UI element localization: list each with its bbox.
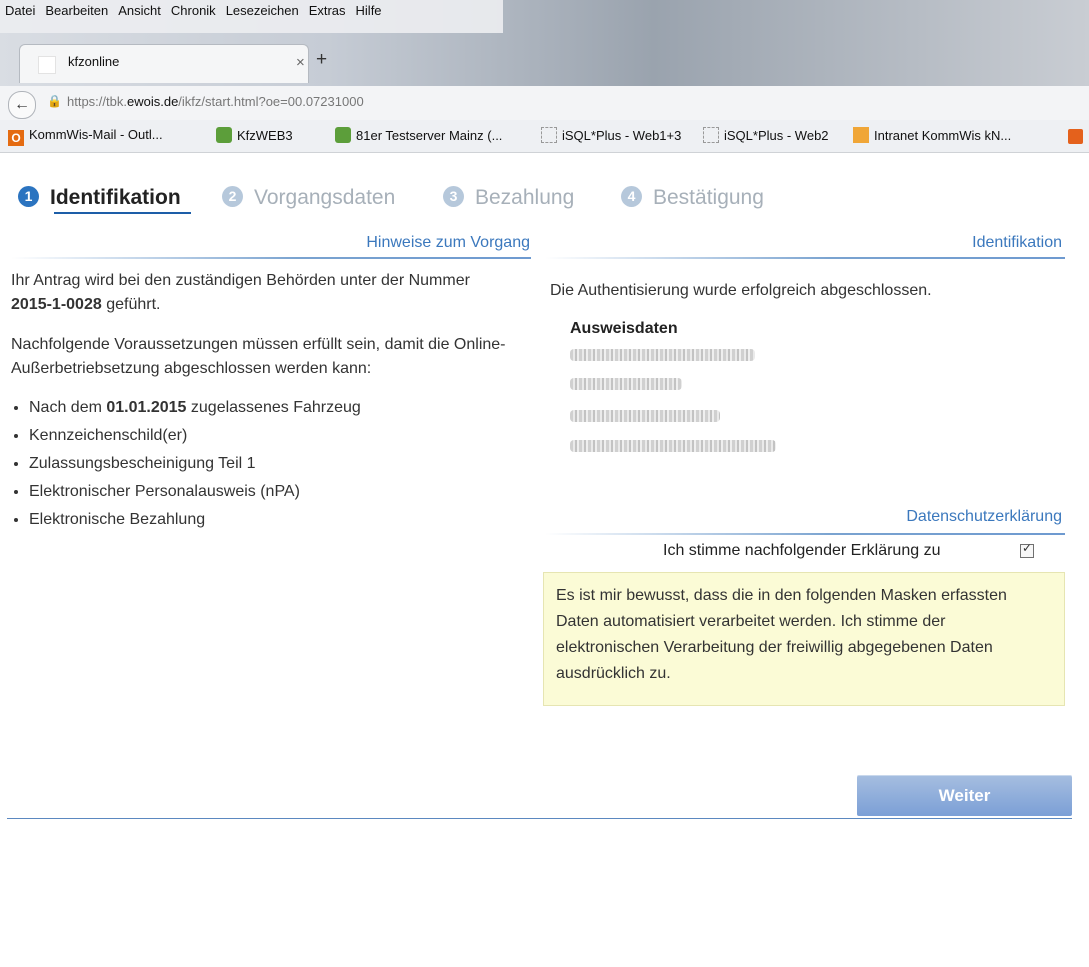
- step-label: Bestätigung: [653, 186, 764, 209]
- list-item: Elektronischer Personalausweis (nPA): [29, 481, 511, 502]
- tab-favicon-icon: [38, 56, 56, 74]
- menu-chronik[interactable]: Chronik: [166, 0, 221, 22]
- url-domain: ewois.de: [126, 94, 179, 109]
- step-label: Identifikation: [50, 186, 181, 209]
- outlook-icon: O: [8, 130, 24, 146]
- car-icon: [335, 127, 351, 143]
- antrag-nummer: 2015-1-0028: [11, 296, 102, 313]
- hinweise-content: Ihr Antrag wird bei den zuständigen Behö…: [11, 269, 511, 537]
- section-divider: [11, 257, 531, 259]
- navigation-bar: ← 🔒 https://tbk.ewois.de/ikfz/start.html…: [0, 86, 1089, 121]
- tab-title: kfzonline: [68, 54, 120, 69]
- bookmark-overflow-icon[interactable]: [1068, 129, 1083, 144]
- step-number: 3: [443, 186, 464, 207]
- consent-checkbox[interactable]: [1020, 541, 1034, 558]
- url-path: /ikfz/start.html?oe=00.07231000: [178, 94, 364, 109]
- menu-bearbeiten[interactable]: Bearbeiten: [40, 0, 113, 22]
- weiter-button[interactable]: Weiter: [857, 775, 1072, 816]
- section-divider: [545, 257, 1065, 259]
- bookmark-isql-web2[interactable]: iSQL*Plus - Web2: [703, 127, 829, 143]
- lock-icon[interactable]: 🔒: [47, 94, 62, 108]
- step-vorgangsdaten: 2 Vorgangsdaten: [222, 186, 395, 210]
- browser-titlebar: Datei Bearbeiten Ansicht Chronik Lesezeichen…: [0, 0, 1089, 86]
- new-tab-button[interactable]: +: [316, 49, 327, 71]
- menu-bar: Datei Bearbeiten Ansicht Chronik Lesezeichen…: [0, 0, 503, 33]
- bookmark-label: KfzWEB3: [237, 128, 293, 143]
- menu-datei[interactable]: Datei: [0, 0, 40, 22]
- antrag-text: Ihr Antrag wird bei den zuständigen Behö…: [11, 269, 511, 317]
- redacted-id-line: [570, 349, 755, 361]
- page-icon: [541, 127, 557, 143]
- bookmark-label: 81er Testserver Mainz (...: [356, 128, 503, 143]
- section-title-identifikation: Identifikation: [972, 234, 1062, 251]
- list-item: Kennzeichenschild(er): [29, 425, 511, 446]
- step-identifikation: 1 Identifikation: [18, 186, 181, 210]
- back-arrow-icon[interactable]: ←: [8, 91, 36, 119]
- menu-ansicht[interactable]: Ansicht: [113, 0, 166, 22]
- bookmark-label: Intranet KommWis kN...: [874, 128, 1012, 143]
- consent-label: Ich stimme nachfolgender Erklärung zu: [663, 542, 941, 559]
- ausweisdaten-heading: Ausweisdaten: [570, 320, 678, 337]
- redacted-id-line: [570, 378, 682, 390]
- bookmark-kommwis-mail[interactable]: O KommWis-Mail - Outl...: [8, 127, 163, 146]
- bookmark-kfzweb3[interactable]: KfzWEB3: [216, 127, 293, 143]
- menu-extras[interactable]: Extras: [304, 0, 351, 22]
- zulassungs-datum: 01.01.2015: [106, 399, 187, 416]
- step-label: Vorgangsdaten: [254, 186, 396, 209]
- browser-tab[interactable]: kfzonline ×: [19, 44, 309, 83]
- list-item: Nach dem 01.01.2015 zugelassenes Fahrzeu…: [29, 397, 511, 418]
- step-bezahlung: 3 Bezahlung: [443, 186, 574, 210]
- list-item-post: zugelassenes Fahrzeug: [186, 399, 361, 416]
- intranet-icon: [853, 127, 869, 143]
- bookmark-isql-web1[interactable]: iSQL*Plus - Web1+3: [541, 127, 681, 143]
- bookmark-intranet[interactable]: Intranet KommWis kN...: [853, 127, 1011, 143]
- active-step-underline: [54, 212, 191, 214]
- step-number: 4: [621, 186, 642, 207]
- bookmark-label: iSQL*Plus - Web1+3: [562, 128, 682, 143]
- auth-status-text: Die Authentisierung wurde erfolgreich ab…: [550, 282, 932, 299]
- bookmark-label: KommWis-Mail - Outl...: [29, 127, 163, 142]
- address-bar[interactable]: https://tbk.ewois.de/ikfz/start.html?oe=…: [67, 94, 364, 109]
- step-number: 1: [18, 186, 39, 207]
- redacted-id-line: [570, 410, 720, 422]
- section-title-hinweise: Hinweise zum Vorgang: [366, 234, 530, 251]
- menu-lesezeichen[interactable]: Lesezeichen: [221, 0, 304, 22]
- antrag-text-pre: Ihr Antrag wird bei den zuständigen Behö…: [11, 272, 470, 289]
- list-item: Elektronische Bezahlung: [29, 509, 511, 530]
- requirements-list: Nach dem 01.01.2015 zugelassenes Fahrzeu…: [11, 397, 511, 530]
- url-prefix: https://tbk.: [67, 94, 127, 109]
- voraussetzungen-text: Nachfolgende Voraussetzungen müssen erfü…: [11, 336, 506, 377]
- menu-hilfe[interactable]: Hilfe: [351, 0, 387, 22]
- list-item: Zulassungsbescheinigung Teil 1: [29, 453, 511, 474]
- page-icon: [703, 127, 719, 143]
- antrag-text-post: geführt.: [101, 296, 161, 313]
- list-item-pre: Nach dem: [29, 399, 107, 416]
- section-divider: [545, 533, 1065, 535]
- bookmark-label: iSQL*Plus - Web2: [724, 128, 829, 143]
- step-number: 2: [222, 186, 243, 207]
- tab-close-icon[interactable]: ×: [296, 54, 305, 71]
- privacy-notice-box: Es ist mir bewusst, dass die in den folg…: [543, 572, 1065, 706]
- redacted-id-line: [570, 440, 776, 452]
- step-bestaetigung: 4 Bestätigung: [621, 186, 764, 210]
- step-label: Bezahlung: [475, 186, 575, 209]
- section-title-datenschutz: Datenschutzerklärung: [906, 508, 1062, 525]
- car-icon: [216, 127, 232, 143]
- bookmarks-toolbar: O KommWis-Mail - Outl... KfzWEB3 81er Tes…: [0, 120, 1089, 153]
- footer-divider: [7, 818, 1072, 819]
- bookmark-testserver[interactable]: 81er Testserver Mainz (...: [335, 127, 502, 143]
